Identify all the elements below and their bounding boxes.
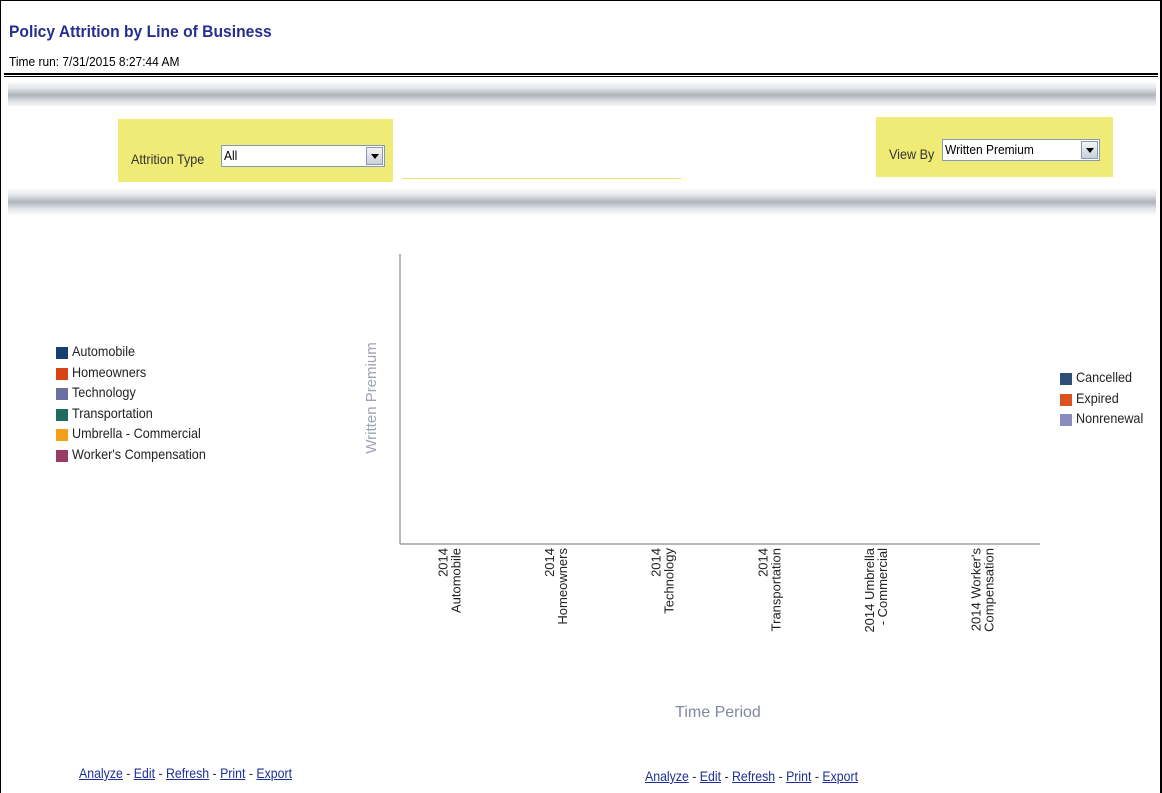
title-divider: [4, 73, 1158, 77]
link-separator: -: [688, 768, 700, 784]
left-report-links: Analyze - Edit - Refresh - Print - Expor…: [79, 765, 292, 781]
legend-swatch: [56, 429, 68, 441]
link-separator: -: [245, 765, 257, 781]
x-tick-label: 2014Automobile: [435, 548, 463, 613]
link-separator: -: [155, 765, 166, 781]
link-separator: -: [122, 765, 134, 781]
view-by-label: View By: [889, 146, 935, 162]
y-axis-title: Written Premium: [363, 342, 380, 453]
legend-swatch: [1060, 393, 1072, 406]
legend-label: Cancelled: [1076, 369, 1133, 385]
legend-swatch: [1060, 414, 1072, 426]
legend-label: Automobile: [72, 343, 136, 359]
chevron-down-icon[interactable]: [366, 147, 383, 165]
section-band: [8, 188, 1156, 216]
link-separator: -: [775, 768, 787, 784]
report-title: Policy Attrition by Line of Business: [9, 22, 272, 41]
legend-swatch: [56, 367, 68, 380]
x-tick-label: 2014Transportation: [755, 548, 783, 631]
attrition-chart: Written Premium Time Period 2014Automobi…: [363, 254, 1040, 721]
print-link[interactable]: Print: [220, 765, 245, 781]
edit-link[interactable]: Edit: [134, 765, 155, 781]
chevron-down-icon[interactable]: [1081, 141, 1098, 159]
legend-swatch: [1060, 373, 1072, 385]
link-separator: -: [811, 768, 823, 784]
legend-label: Technology: [72, 384, 136, 400]
time-run-text: Time run: 7/31/2015 8:27:44 AM: [9, 54, 180, 69]
view-by-value: Written Premium: [945, 142, 1034, 157]
x-tick-label: 2014Homeowners: [542, 548, 570, 625]
legend-label: Umbrella - Commercial: [72, 425, 201, 441]
legend-label: Expired: [1076, 389, 1119, 406]
x-tick-label: 2014 Umbrella- Commercial: [862, 547, 890, 632]
edit-link[interactable]: Edit: [700, 768, 721, 784]
legend-swatch: [56, 449, 68, 462]
x-tick-label: 2014Technology: [649, 548, 677, 614]
legend-swatch: [56, 388, 68, 400]
link-separator: -: [721, 768, 732, 784]
export-link[interactable]: Export: [256, 765, 292, 781]
attrition-type-label: Attrition Type: [131, 151, 205, 167]
refresh-link[interactable]: Refresh: [166, 765, 209, 781]
x-tick-label: 2014 Worker'sCompensation: [969, 548, 997, 632]
x-axis-title: Time Period: [675, 704, 761, 721]
x-tick-labels: 2014Automobile 2014Homeowners 2014Technolo…: [435, 547, 996, 632]
legend-swatch: [56, 408, 68, 421]
link-separator: -: [209, 765, 221, 781]
attrition-type-value: All: [224, 148, 238, 163]
export-link[interactable]: Export: [822, 768, 858, 784]
legend-label: Homeowners: [72, 363, 147, 380]
legend-label: Nonrenewal: [1076, 410, 1144, 426]
blank-panel: [402, 113, 681, 179]
attrition-type-select[interactable]: All: [221, 145, 385, 167]
analyze-link[interactable]: Analyze: [645, 768, 689, 784]
refresh-link[interactable]: Refresh: [732, 768, 775, 784]
chart-report-links: Analyze - Edit - Refresh - Print - Expor…: [645, 768, 858, 784]
view-by-select[interactable]: Written Premium: [942, 139, 1100, 161]
print-link[interactable]: Print: [786, 768, 811, 784]
legend-swatch: [56, 347, 68, 359]
header-band: [8, 81, 1156, 109]
analyze-link[interactable]: Analyze: [79, 765, 123, 781]
legend-label: Worker's Compensation: [72, 445, 206, 462]
legend-label: Transportation: [72, 404, 153, 421]
